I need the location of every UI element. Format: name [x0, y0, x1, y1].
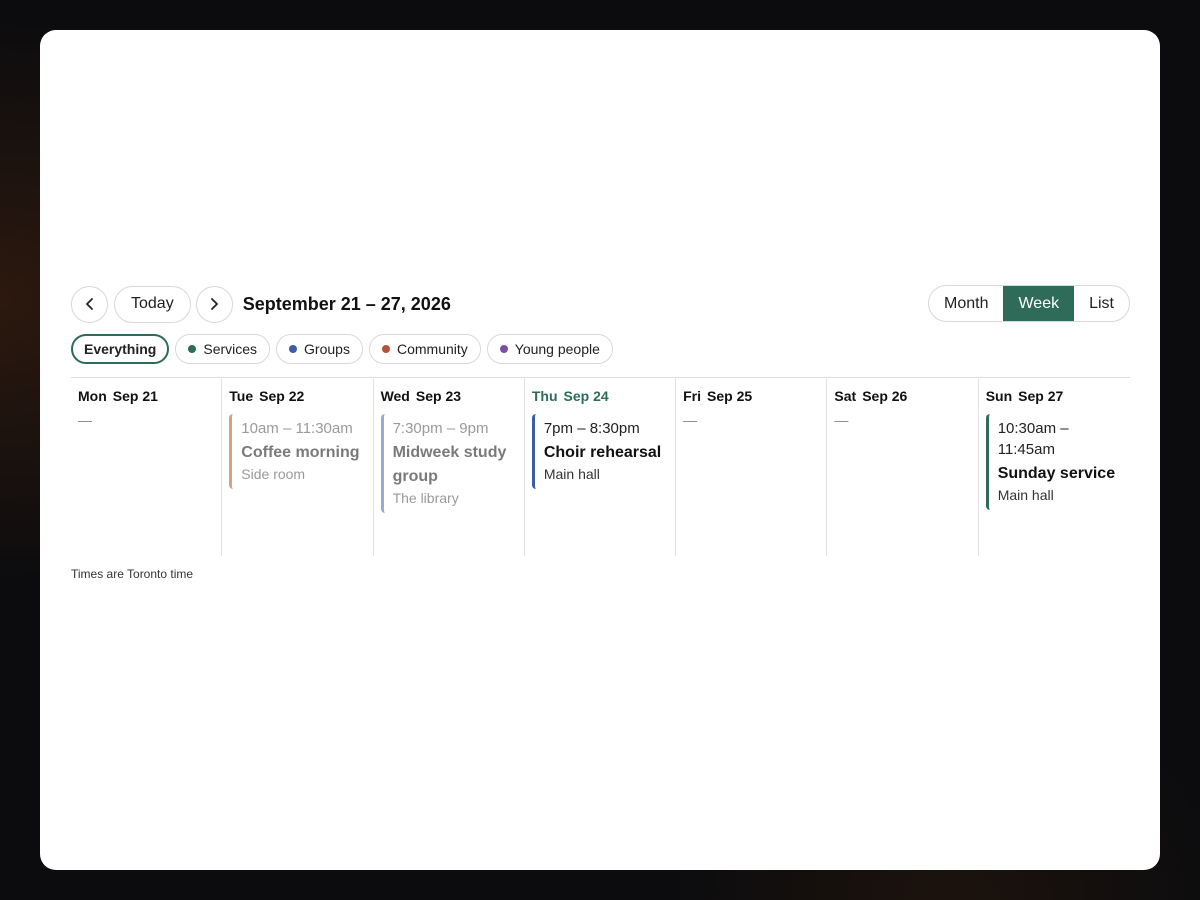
event-sunday-service[interactable]: 10:30am – 11:45am Sunday service Main ha…: [985, 414, 1124, 510]
event-time: 7pm – 8:30pm: [543, 420, 640, 437]
filter-groups[interactable]: Groups: [276, 334, 363, 364]
day-header: Tue Sep 22: [229, 388, 372, 406]
chevron-left-icon: [85, 298, 93, 310]
day-column-thu: Thu Sep 24 7pm – 8:30pm Choir rehearsal M…: [525, 378, 677, 556]
day-name: Tue: [229, 388, 254, 404]
day-column-fri: Fri Sep 25 —: [676, 378, 828, 556]
groups-dot-icon: [289, 345, 298, 353]
week-calendar: Today September 21 – 27, 2026 Month Week…: [71, 285, 1130, 581]
day-column-wed: Wed Sep 23 7:30pm – 9pm Midweek study gro…: [374, 378, 525, 556]
services-dot-icon: [188, 345, 197, 353]
day-date: Sep 26: [862, 388, 908, 404]
event-title: Coffee morning: [241, 444, 360, 461]
filter-young-people[interactable]: Young people: [486, 334, 613, 364]
event-location: Main hall: [997, 487, 1054, 503]
day-name: Mon: [78, 388, 107, 404]
filter-label: Everything: [84, 341, 157, 357]
no-events-marker: —: [683, 412, 698, 428]
calendar-card: Today September 21 – 27, 2026 Month Week…: [40, 30, 1160, 870]
no-events-marker: —: [834, 412, 849, 428]
day-name: Fri: [683, 388, 702, 404]
view-week-button[interactable]: Week: [1003, 286, 1075, 321]
timezone-note: Times are Toronto time: [71, 567, 194, 581]
event-time: 10:30am – 11:45am: [997, 420, 1069, 458]
event-location: Side room: [241, 466, 306, 482]
event-location: The library: [392, 490, 459, 506]
day-header: Wed Sep 23: [381, 388, 524, 406]
day-column-sat: Sat Sep 26 —: [827, 378, 979, 556]
day-date: Sep 22: [259, 388, 305, 404]
no-events-marker: —: [78, 412, 92, 428]
filter-label: Services: [203, 341, 258, 357]
day-header: Sat Sep 26: [834, 388, 977, 406]
calendar-toolbar: Today September 21 – 27, 2026 Month Week…: [71, 285, 1130, 323]
event-title: Choir rehearsal: [543, 444, 662, 461]
filter-community[interactable]: Community: [368, 334, 481, 364]
community-dot-icon: [381, 345, 390, 353]
event-time: 10am – 11:30am: [241, 420, 353, 437]
day-header: Sun Sep 27: [986, 388, 1130, 406]
chevron-right-icon: [211, 298, 219, 310]
next-week-button[interactable]: [195, 285, 233, 323]
event-time: 7:30pm – 9pm: [392, 420, 489, 437]
day-name: Thu: [531, 388, 558, 404]
day-date: Sep 21: [112, 388, 158, 404]
event-coffee-morning[interactable]: 10am – 11:30am Coffee morning Side room: [229, 414, 367, 489]
day-date: Sep 25: [707, 388, 753, 404]
event-title: Sunday service: [997, 465, 1116, 482]
day-header: Fri Sep 25: [683, 388, 826, 406]
day-column-tue: Tue Sep 22 10am – 11:30am Coffee morning …: [222, 378, 374, 556]
day-header-today: Thu Sep 24: [532, 388, 675, 406]
event-midweek-study-group[interactable]: 7:30pm – 9pm Midweek study group The lib…: [380, 414, 519, 513]
view-switcher: Month Week List: [928, 285, 1130, 322]
filter-label: Community: [396, 341, 468, 357]
day-column-mon: Mon Sep 21 —: [71, 378, 223, 556]
day-name: Sun: [985, 388, 1013, 404]
day-date: Sep 23: [415, 388, 462, 404]
day-date: Sep 24: [563, 388, 609, 404]
event-choir-rehearsal[interactable]: 7pm – 8:30pm Choir rehearsal Main hall: [531, 414, 670, 489]
filter-label: Groups: [304, 341, 350, 357]
view-list-button[interactable]: List: [1074, 286, 1129, 321]
previous-week-button[interactable]: [71, 285, 108, 323]
day-name: Wed: [380, 388, 410, 404]
view-month-button[interactable]: Month: [929, 286, 1003, 321]
filter-services[interactable]: Services: [175, 334, 271, 364]
category-filters: Everything Services Groups Community You…: [71, 334, 1130, 364]
day-date: Sep 27: [1018, 388, 1064, 404]
day-column-sun: Sun Sep 27 10:30am – 11:45am Sunday servi…: [979, 378, 1130, 556]
filter-label: Young people: [514, 341, 600, 357]
day-header: Mon Sep 21: [78, 388, 221, 406]
event-title: Midweek study group: [392, 444, 507, 485]
filter-everything[interactable]: Everything: [71, 334, 170, 364]
event-location: Main hall: [543, 466, 600, 482]
week-grid: Mon Sep 21 — Tue Sep 22 10am – 11:30am Cof…: [71, 377, 1130, 556]
young-people-dot-icon: [499, 345, 508, 353]
day-name: Sat: [834, 388, 857, 404]
today-button[interactable]: Today: [114, 285, 191, 323]
date-range-title: September 21 – 27, 2026: [242, 293, 451, 314]
